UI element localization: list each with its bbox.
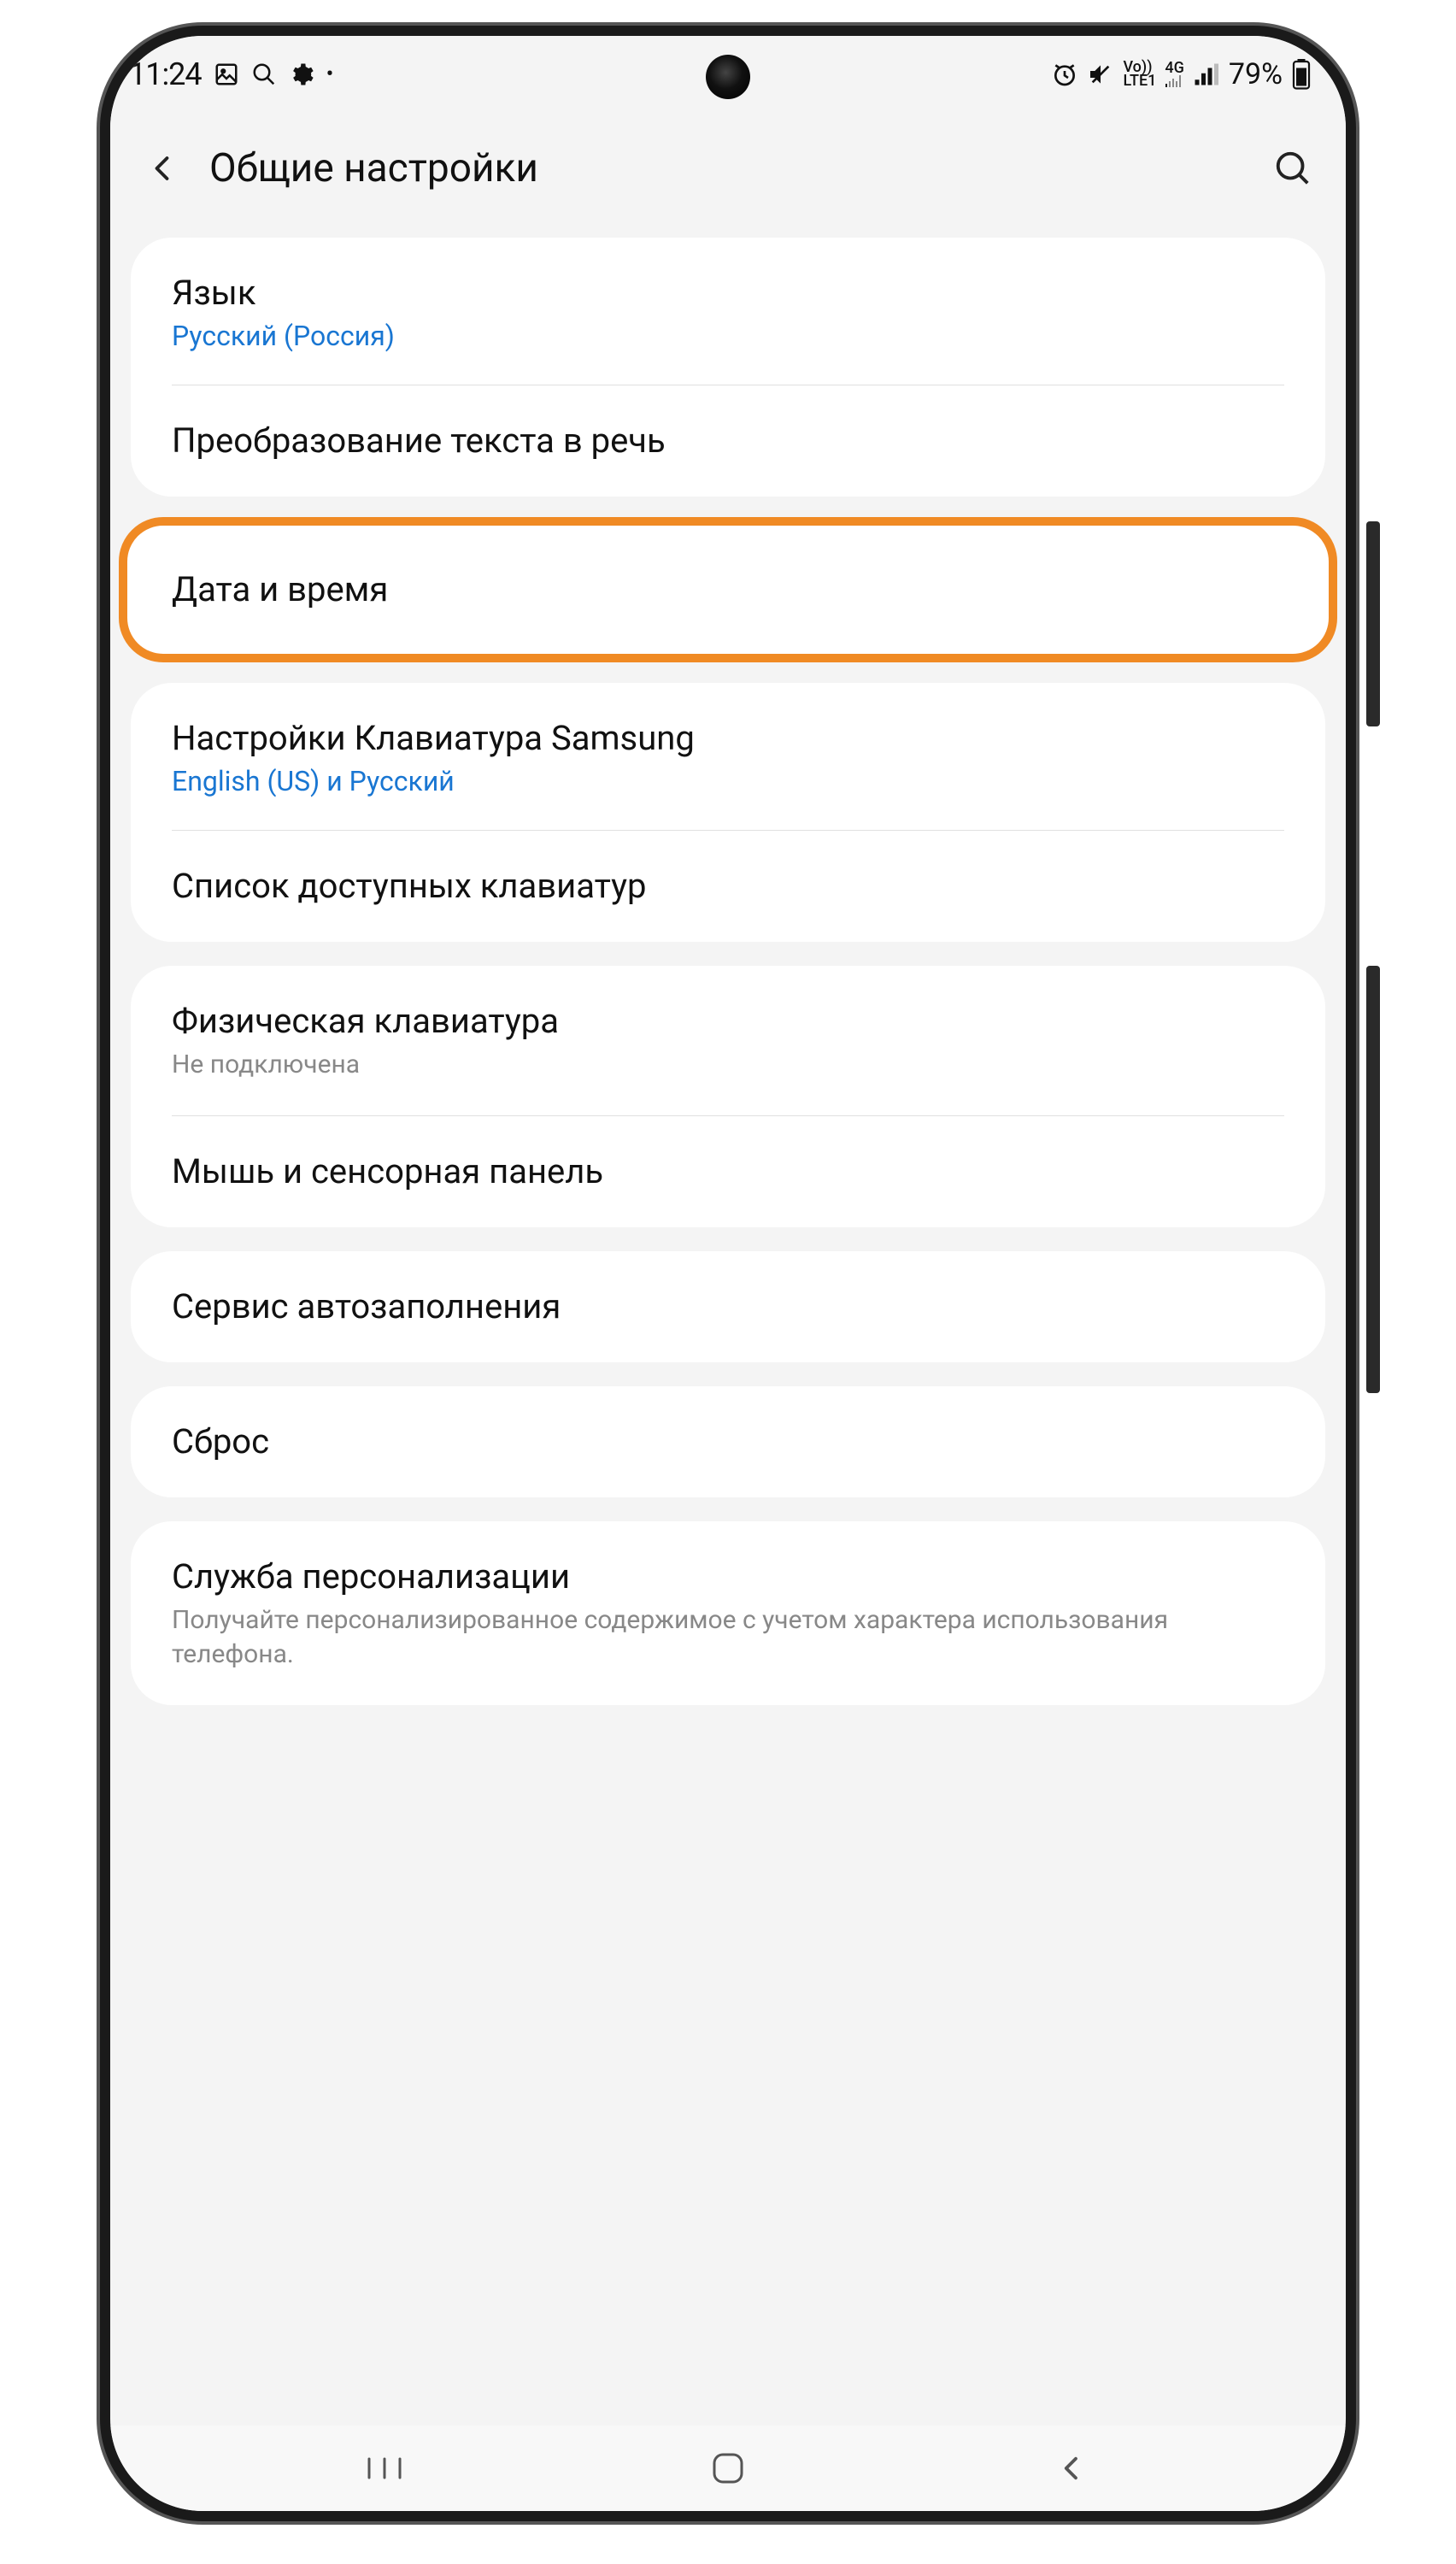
battery-icon: [1291, 59, 1312, 90]
image-icon: [214, 62, 239, 87]
settings-card: Физическая клавиатура Не подключена Мышь и…: [131, 966, 1325, 1227]
settings-item[interactable]: Дата и время: [131, 520, 1325, 659]
back-button[interactable]: [138, 143, 189, 194]
back-nav-button[interactable]: [1037, 2443, 1106, 2494]
item-title: Сброс: [172, 1419, 1284, 1465]
item-title: Список доступных клавиатур: [172, 863, 1284, 909]
settings-item[interactable]: Сервис автозаполнения: [131, 1251, 1325, 1362]
item-title: Физическая клавиатура: [172, 998, 1284, 1044]
settings-card: Язык Русский (Россия) Преобразование текст…: [131, 238, 1325, 497]
status-time: 11:24: [129, 56, 202, 92]
item-title: Язык: [172, 270, 1284, 316]
page-title: Общие настройки: [209, 145, 1267, 191]
item-subtitle: English (US) и Русский: [172, 765, 1284, 797]
item-title: Мышь и сенсорная панель: [172, 1149, 1284, 1195]
item-title: Преобразование текста в речь: [172, 418, 1284, 464]
item-subtitle: Русский (Россия): [172, 320, 1284, 352]
power-button: [1366, 966, 1380, 1393]
settings-card: Сброс: [131, 1386, 1325, 1497]
recents-button[interactable]: [350, 2443, 419, 2494]
header: Общие настройки: [110, 113, 1346, 224]
mute-icon: [1087, 61, 1114, 88]
settings-item[interactable]: Мышь и сенсорная панель: [131, 1116, 1325, 1227]
settings-item[interactable]: Преобразование текста в речь: [131, 385, 1325, 497]
volte-icon: Vo)) LTE1: [1123, 61, 1156, 88]
signal-icon: [1193, 63, 1218, 85]
settings-item[interactable]: Настройки Клавиатура SamsungEnglish (US)…: [131, 683, 1325, 830]
item-title: Сервис автозаполнения: [172, 1284, 1284, 1330]
settings-list: Язык Русский (Россия) Преобразование текст…: [110, 224, 1346, 1705]
status-right: Vo)) LTE1 4G 79%: [1051, 57, 1312, 91]
item-subtitle: Не подключена: [172, 1048, 1284, 1083]
gear-icon: [289, 62, 314, 87]
settings-item[interactable]: Язык Русский (Россия): [131, 238, 1325, 385]
settings-item[interactable]: Физическая клавиатура Не подключена: [131, 966, 1325, 1115]
settings-card: Сервис автозаполнения: [131, 1251, 1325, 1362]
item-subtitle: Получайте персонализированное содержимое…: [172, 1603, 1284, 1673]
status-left: 11:24 •: [129, 56, 333, 92]
phone-frame: 11:24 • Vo)) LTE1 4G: [100, 26, 1356, 2521]
home-button[interactable]: [694, 2443, 762, 2494]
network-icon: 4G: [1165, 62, 1184, 87]
settings-card: Служба персонализацииПолучайте персонали…: [131, 1521, 1325, 1705]
item-title: Дата и время: [172, 567, 1284, 613]
search-button[interactable]: [1267, 143, 1318, 194]
alarm-icon: [1051, 61, 1078, 88]
search-small-icon: [251, 62, 277, 87]
front-camera: [706, 55, 750, 99]
highlighted-card: Дата и время: [122, 520, 1334, 659]
navigation-bar: [110, 2426, 1346, 2511]
battery-percent: 79%: [1229, 57, 1283, 91]
settings-item[interactable]: Сброс: [131, 1386, 1325, 1497]
settings-item[interactable]: Служба персонализацииПолучайте персонали…: [131, 1521, 1325, 1705]
settings-item[interactable]: Список доступных клавиатур: [131, 831, 1325, 942]
dot-icon: •: [326, 62, 334, 87]
settings-card: Настройки Клавиатура SamsungEnglish (US)…: [131, 683, 1325, 942]
item-title: Настройки Клавиатура Samsung: [172, 715, 1284, 762]
item-title: Служба персонализации: [172, 1554, 1284, 1600]
volume-button: [1366, 521, 1380, 726]
